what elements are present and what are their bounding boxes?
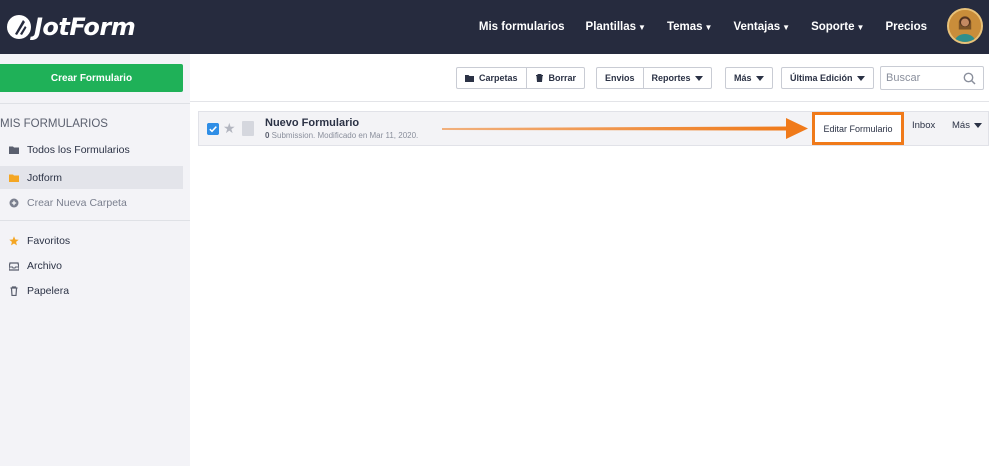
user-photo-icon	[949, 10, 981, 42]
sidebar-item-label: Jotform	[27, 171, 63, 184]
nav-label: Precios	[885, 21, 927, 33]
caret-down-icon	[755, 75, 764, 81]
folder-icon	[9, 174, 19, 182]
folders-label: Carpetas	[479, 73, 518, 83]
create-form-button[interactable]: Crear Formulario	[0, 64, 183, 92]
more-button[interactable]: Más	[726, 68, 772, 88]
nav-label: Soporte	[811, 21, 855, 33]
form-meta-text: Submission. Modificado en Mar 11, 2020.	[269, 131, 419, 140]
sort-last-edited-button[interactable]: Última Edición	[782, 68, 873, 88]
nav-label: Mis formularios	[478, 21, 565, 33]
row-more-button[interactable]: Más	[952, 120, 982, 131]
nav-plantillas[interactable]: Plantillas ▼	[586, 21, 646, 33]
submissions-reports-group: Envios Reportes	[596, 67, 712, 89]
sidebar-item-label: Papelera	[27, 284, 70, 297]
sidebar-item-label: Archivo	[27, 259, 63, 272]
trash-icon	[10, 285, 18, 296]
sort-label: Última Edición	[790, 73, 853, 83]
edit-form-button[interactable]: Editar Formulario	[812, 112, 904, 145]
nav-precios[interactable]: Precios	[885, 21, 927, 33]
form-meta: 0 Submission. Modificado en Mar 11, 2020…	[265, 131, 418, 140]
caret-down-icon: ▼	[638, 22, 646, 32]
user-avatar[interactable]	[947, 8, 983, 44]
sidebar-item-label: Favoritos	[27, 234, 71, 247]
nav-ventajas[interactable]: Ventajas ▼	[733, 21, 790, 33]
sidebar-item-favorites[interactable]: Favoritos	[0, 229, 183, 252]
delete-label: Borrar	[548, 73, 577, 83]
sidebar: Crear Formulario MIS FORMULARIOS Todos l…	[0, 54, 190, 466]
search-input[interactable]	[886, 72, 966, 84]
nav-label: Ventajas	[733, 21, 781, 33]
main-nav: Mis formularios Plantillas ▼ Temas ▼ Venta…	[458, 0, 927, 54]
document-icon	[242, 121, 254, 136]
row-more-label: Más	[952, 120, 970, 131]
caret-down-icon	[856, 75, 865, 81]
checkbox-checked-icon[interactable]	[207, 123, 219, 135]
caret-down-icon: ▼	[856, 22, 865, 32]
more-group: Más	[725, 67, 773, 89]
caret-down-icon: ▼	[704, 22, 713, 32]
delete-button[interactable]: Borrar	[525, 68, 585, 88]
caret-down-icon	[694, 75, 703, 81]
caret-down-icon: ▼	[782, 22, 791, 32]
nav-mis-formularios[interactable]: Mis formularios	[479, 21, 565, 33]
sort-group: Última Edición	[781, 67, 874, 89]
nav-label: Temas	[666, 21, 703, 33]
logo-text: JotForm	[34, 13, 136, 41]
annotation-arrow-icon	[442, 118, 808, 139]
sidebar-item-new-folder[interactable]: Crear Nueva Carpeta	[0, 191, 183, 214]
jotform-logo[interactable]: JotForm	[6, 12, 136, 42]
form-title[interactable]: Nuevo Formulario	[265, 117, 359, 129]
sidebar-item-label: Crear Nueva Carpeta	[27, 196, 127, 209]
search-box	[880, 66, 984, 90]
folder-icon	[9, 146, 19, 154]
trash-icon	[535, 74, 543, 82]
submissions-button[interactable]: Envios	[597, 68, 643, 88]
toolbar-divider	[190, 101, 989, 102]
inbox-button[interactable]: Inbox	[912, 120, 935, 131]
nav-label: Plantillas	[585, 21, 637, 33]
search-icon[interactable]	[963, 72, 976, 85]
sidebar-divider	[0, 103, 190, 104]
caret-down-icon	[973, 123, 982, 128]
star-icon	[9, 235, 19, 245]
folders-button[interactable]: Carpetas	[457, 68, 526, 88]
folders-delete-group: Carpetas Borrar	[456, 67, 586, 89]
reports-button[interactable]: Reportes	[642, 68, 711, 88]
more-label: Más	[734, 73, 752, 83]
sidebar-item-trash[interactable]: Papelera	[0, 279, 183, 302]
plus-circle-icon	[9, 198, 19, 207]
sidebar-item-label: Todos los Formularios	[27, 143, 130, 156]
nav-soporte[interactable]: Soporte ▼	[811, 21, 864, 33]
top-navbar: JotForm Mis formularios Plantillas ▼ Tema…	[0, 0, 989, 54]
jotform-logo-icon	[7, 15, 31, 39]
reports-label: Reportes	[651, 73, 691, 83]
archive-icon	[9, 261, 19, 271]
folder-icon	[465, 75, 474, 82]
favorite-star-icon[interactable]: ★	[223, 121, 236, 135]
sidebar-item-archive[interactable]: Archivo	[0, 254, 183, 277]
sidebar-item-jotform[interactable]: Jotform	[0, 166, 183, 189]
sidebar-item-all-forms[interactable]: Todos los Formularios	[0, 138, 183, 161]
sidebar-title: MIS FORMULARIOS	[0, 118, 108, 130]
sidebar-divider	[0, 220, 190, 221]
nav-temas[interactable]: Temas ▼	[667, 21, 713, 33]
